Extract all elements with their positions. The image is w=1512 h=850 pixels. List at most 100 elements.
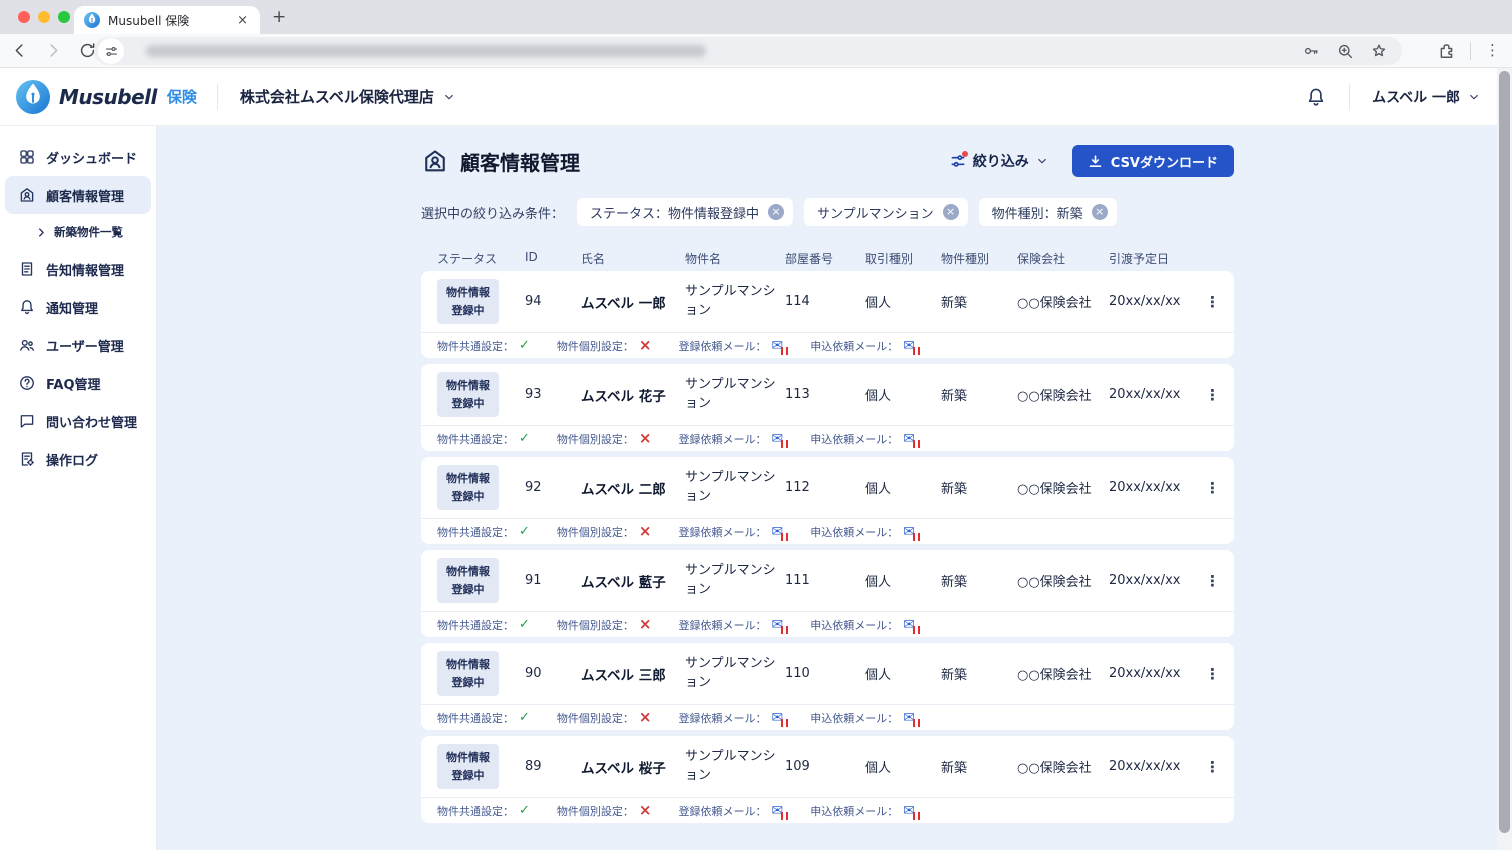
user-menu[interactable]: ムスベル 一郎 [1372,87,1480,107]
mail-paused-icon: ✉ [903,339,915,353]
bell-icon [18,298,36,316]
browser-tab[interactable]: Musubell 保険 × [74,6,260,34]
company-name: 株式会社ムスベル保険代理店 [240,86,434,107]
cell-property-type: 新築 [941,385,1017,404]
table-row[interactable]: 物件情報登録中 94 ムスベル 一郎 サンプルマンション 114 個人 新築 ○… [421,271,1234,332]
check-icon: ✓ [519,432,530,445]
sidebar-item-8[interactable]: 操作ログ [5,440,151,478]
sidebar-item-0[interactable]: ダッシュボード [5,138,151,176]
apply-mail-label: 申込依頼メール： [810,617,898,633]
mail-paused-icon: ✉ [771,618,783,632]
table-row[interactable]: 物件情報登録中 93 ムスベル 花子 サンプルマンション 113 個人 新築 ○… [421,364,1234,425]
traffic-lights [18,11,70,23]
url-blurred-text [146,45,706,57]
selected-filters-row: 選択中の絞り込み条件： ステータス：物件情報登録中×サンプルマンション×物件種別… [421,198,1234,226]
minimize-window-button[interactable] [38,11,50,23]
row-menu-icon[interactable]: ⋮ [1205,665,1220,683]
close-window-button[interactable] [18,11,30,23]
cell-room-number: 112 [785,480,865,495]
chevron-down-icon [1036,155,1048,167]
cell-name: ムスベル 三郎 [581,664,685,684]
sidebar-item-label: 通知管理 [46,298,98,317]
dashboard-icon [18,148,36,166]
sidebar-item-6[interactable]: FAQ管理 [5,364,151,402]
sidebar-item-1[interactable]: 顧客情報管理 [5,176,151,214]
header-divider [217,84,218,110]
new-tab-button[interactable]: + [272,7,286,27]
sidebar-item-label: 顧客情報管理 [46,186,124,205]
row-menu-icon[interactable]: ⋮ [1205,293,1220,311]
sidebar-item-label: 新築物件一覧 [54,224,123,240]
individual-setting-label: 物件個別設定： [557,710,634,726]
cell-transaction-type: 個人 [865,664,941,683]
table-row[interactable]: 物件情報登録中 89 ムスベル 桜子 サンプルマンション 109 個人 新築 ○… [421,736,1234,797]
notice-icon [18,260,36,278]
filter-chip: 物件種別：新築 × [979,198,1117,226]
bookmark-star-icon[interactable] [1370,42,1388,60]
scrollbar-thumb[interactable] [1499,71,1510,833]
cell-delivery-date: 20xx/xx/xx [1109,666,1205,681]
tab-close-icon[interactable]: × [235,13,250,28]
scrollbar[interactable] [1497,68,1512,850]
table-row[interactable]: 物件情報登録中 92 ムスベル 二郎 サンプルマンション 112 個人 新築 ○… [421,457,1234,518]
table-row[interactable]: 物件情報登録中 91 ムスベル 藍子 サンプルマンション 111 個人 新築 ○… [421,550,1234,611]
sidebar-item-2[interactable]: 新築物件一覧 [5,214,151,250]
row-menu-icon[interactable]: ⋮ [1205,572,1220,590]
filter-toggle-button[interactable]: 絞り込み [950,151,1048,171]
filter-chip: ステータス：物件情報登録中× [577,198,793,226]
sidebar-item-5[interactable]: ユーザー管理 [5,326,151,364]
maximize-window-button[interactable] [58,11,70,23]
browser-menu-icon[interactable]: ⋮ [1485,41,1500,60]
site-settings-icon[interactable] [98,38,124,64]
chevron-down-icon [443,91,455,103]
chip-close-icon[interactable]: × [943,204,959,220]
row-menu-icon[interactable]: ⋮ [1205,758,1220,776]
column-header: ID [525,250,581,267]
cell-property-name: サンプルマンション [685,376,785,414]
cell-insurer: ○○保険会社 [1017,478,1109,497]
cell-id: 93 [525,387,581,402]
cell-room-number: 110 [785,666,865,681]
chip-close-icon[interactable]: × [1092,204,1108,220]
zoom-icon[interactable] [1336,42,1354,60]
sidebar-item-4[interactable]: 通知管理 [5,288,151,326]
csv-download-button[interactable]: CSVダウンロード [1072,145,1234,177]
sidebar-item-7[interactable]: 問い合わせ管理 [5,402,151,440]
cell-insurer: ○○保険会社 [1017,571,1109,590]
column-header: 部屋番号 [785,250,865,267]
notifications-bell-icon[interactable] [1305,86,1327,108]
customer-row-group: 物件情報登録中 92 ムスベル 二郎 サンプルマンション 112 個人 新築 ○… [421,457,1234,544]
address-bar[interactable] [94,37,1402,65]
mail-paused-icon: ✉ [771,432,783,446]
back-icon[interactable] [10,41,29,60]
cell-id: 89 [525,759,581,774]
register-mail-label: 登録依頼メール： [678,710,766,726]
forward-icon[interactable] [44,41,63,60]
sidebar-item-label: 操作ログ [46,450,98,469]
cell-transaction-type: 個人 [865,385,941,404]
cross-icon: × [639,617,652,632]
extensions-puzzle-icon[interactable] [1437,41,1456,60]
chip-close-icon[interactable]: × [768,204,784,220]
chevron-right-icon [36,227,47,238]
password-key-icon[interactable] [1302,42,1320,60]
mail-paused-icon: ✉ [903,711,915,725]
status-badge: 物件情報登録中 [437,558,499,602]
cell-property-type: 新築 [941,757,1017,776]
sidebar-item-3[interactable]: 告知情報管理 [5,250,151,288]
table-row[interactable]: 物件情報登録中 90 ムスベル 三郎 サンプルマンション 110 個人 新築 ○… [421,643,1234,704]
register-mail-label: 登録依頼メール： [678,338,766,354]
row-menu-icon[interactable]: ⋮ [1205,479,1220,497]
mail-paused-icon: ✉ [903,618,915,632]
row-status-bar: 物件共通設定： ✓ 物件個別設定： × 登録依頼メール： ✉ 申込依頼メール： … [421,611,1234,637]
row-menu-icon[interactable]: ⋮ [1205,386,1220,404]
status-badge: 物件情報登録中 [437,279,499,323]
register-mail-label: 登録依頼メール： [678,524,766,540]
individual-setting-label: 物件個別設定： [557,524,634,540]
filter-chip-label: 物件種別：新築 [992,203,1083,222]
sidebar-nav: ダッシュボード顧客情報管理新築物件一覧告知情報管理通知管理ユーザー管理 FAQ管理… [0,126,157,850]
mail-paused-icon: ✉ [771,525,783,539]
company-selector[interactable]: 株式会社ムスベル保険代理店 [240,86,455,107]
customer-row-group: 物件情報登録中 90 ムスベル 三郎 サンプルマンション 110 個人 新築 ○… [421,643,1234,730]
sidebar-item-label: ユーザー管理 [46,336,124,355]
